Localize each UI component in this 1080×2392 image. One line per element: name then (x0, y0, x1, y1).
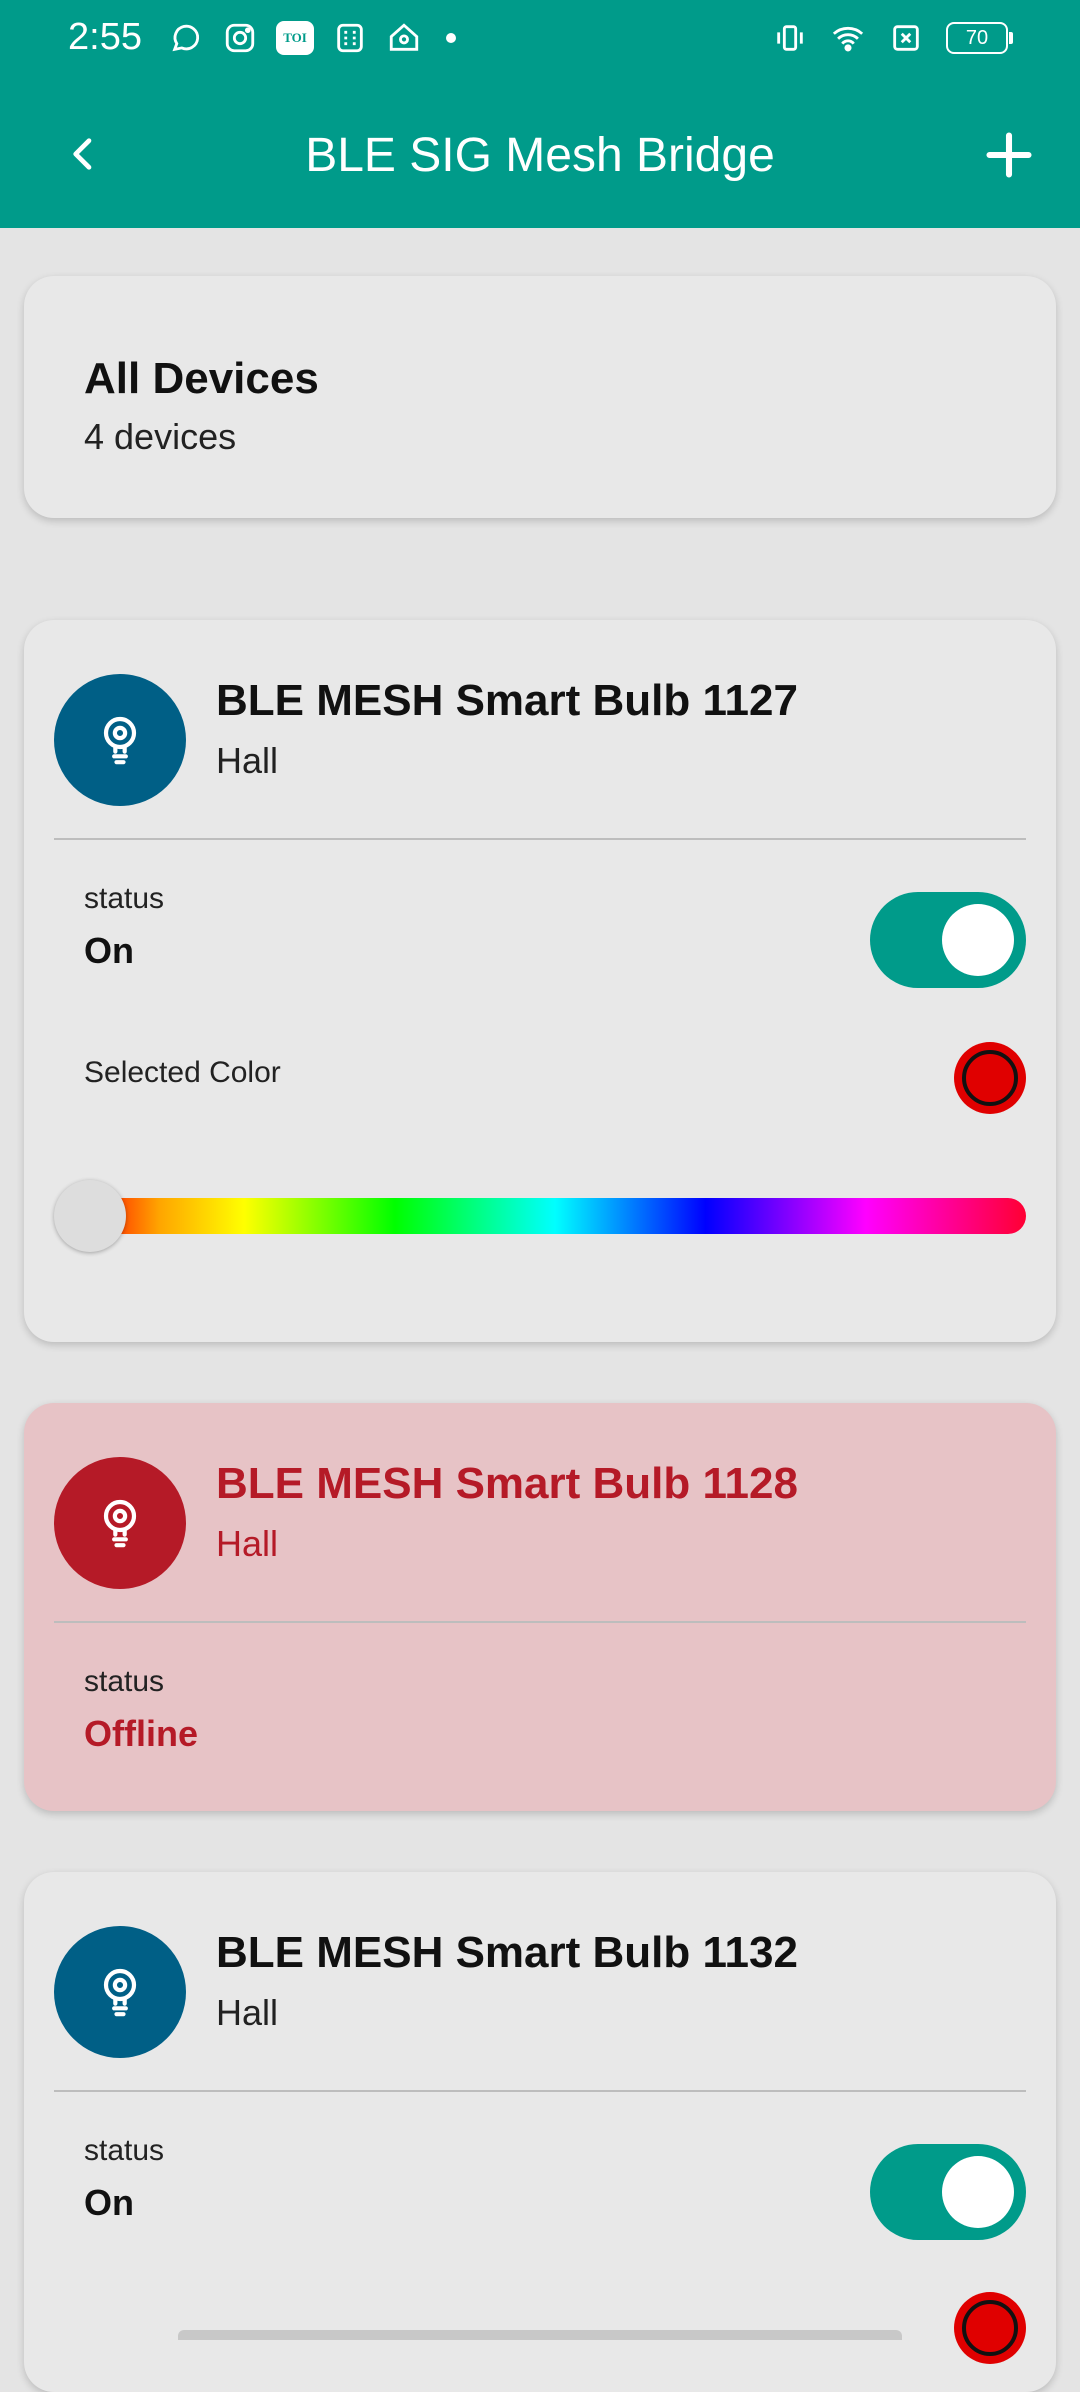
divider (54, 1621, 1026, 1623)
toi-icon: TOI (276, 21, 314, 55)
status-value: On (84, 930, 134, 971)
selected-color-label: Selected Color (84, 1056, 281, 1089)
home-icon (386, 20, 422, 56)
wifi-icon (830, 20, 866, 56)
lightbulb-icon (103, 1968, 137, 2017)
divider (54, 2090, 1026, 2092)
device-count: 4 devices (84, 416, 237, 457)
dot-icon (446, 33, 456, 43)
toggle-knob (942, 2156, 1014, 2228)
status-label: status (84, 2134, 165, 2167)
device-room: Hall (216, 1992, 279, 2033)
device-name: BLE MESH Smart Bulb 1132 (216, 1928, 798, 1977)
vibrate-icon (772, 20, 808, 56)
device-name: BLE MESH Smart Bulb 1127 (216, 676, 798, 725)
selected-color-swatch[interactable] (954, 2292, 1026, 2364)
bulb-avatar (54, 1926, 186, 2058)
status-label: status (84, 1665, 165, 1698)
device-header: BLE MESH Smart Bulb 1128 Hall (24, 1403, 1056, 1623)
whatsapp-icon (168, 20, 204, 56)
lightbulb-icon (103, 716, 137, 765)
sim-blocked-icon (888, 20, 924, 56)
power-toggle[interactable] (870, 2144, 1026, 2240)
calculator-icon (332, 20, 368, 56)
device-room: Hall (216, 1523, 279, 1564)
device-card-offline[interactable]: BLE MESH Smart Bulb 1128 Hall status Off… (24, 1403, 1056, 1811)
device-card[interactable]: BLE MESH Smart Bulb 1132 Hall status On (24, 1872, 1056, 2392)
selected-color-inner (962, 1050, 1018, 1106)
lightbulb-icon (103, 1499, 137, 1548)
plus-icon (986, 132, 1032, 178)
divider (54, 838, 1026, 840)
add-device-button[interactable] (974, 120, 1044, 190)
hue-slider-handle[interactable] (54, 1180, 126, 1252)
bulb-avatar (54, 1457, 186, 1589)
selected-color-swatch[interactable] (954, 1042, 1026, 1114)
app-bar: BLE SIG Mesh Bridge (0, 80, 1080, 228)
page-title: BLE SIG Mesh Bridge (305, 129, 775, 182)
battery-icon: 70 (946, 22, 1013, 54)
power-toggle[interactable] (870, 892, 1026, 988)
bulb-avatar (54, 674, 186, 806)
device-header: BLE MESH Smart Bulb 1127 Hall (24, 620, 1056, 840)
gesture-navigation-bar[interactable] (178, 2330, 902, 2340)
device-header: BLE MESH Smart Bulb 1132 Hall (24, 1872, 1056, 2092)
toggle-knob (942, 904, 1014, 976)
status-bar: 2:55 TOI 70 (0, 0, 1080, 80)
status-time: 2:55 (68, 16, 142, 58)
status-value: Offline (84, 1713, 198, 1754)
hue-slider-track[interactable] (84, 1198, 1026, 1234)
device-card[interactable]: BLE MESH Smart Bulb 1127 Hall status On … (24, 620, 1056, 1342)
status-icons-right: 70 (772, 20, 1013, 56)
status-value: On (84, 2182, 134, 2223)
selected-color-inner (962, 2300, 1018, 2356)
status-icons-left: TOI (168, 20, 456, 56)
all-devices-title: All Devices (84, 354, 319, 403)
device-room: Hall (216, 740, 279, 781)
instagram-icon (222, 20, 258, 56)
all-devices-card[interactable]: All Devices 4 devices (24, 276, 1056, 518)
device-name: BLE MESH Smart Bulb 1128 (216, 1459, 798, 1508)
status-label: status (84, 882, 165, 915)
